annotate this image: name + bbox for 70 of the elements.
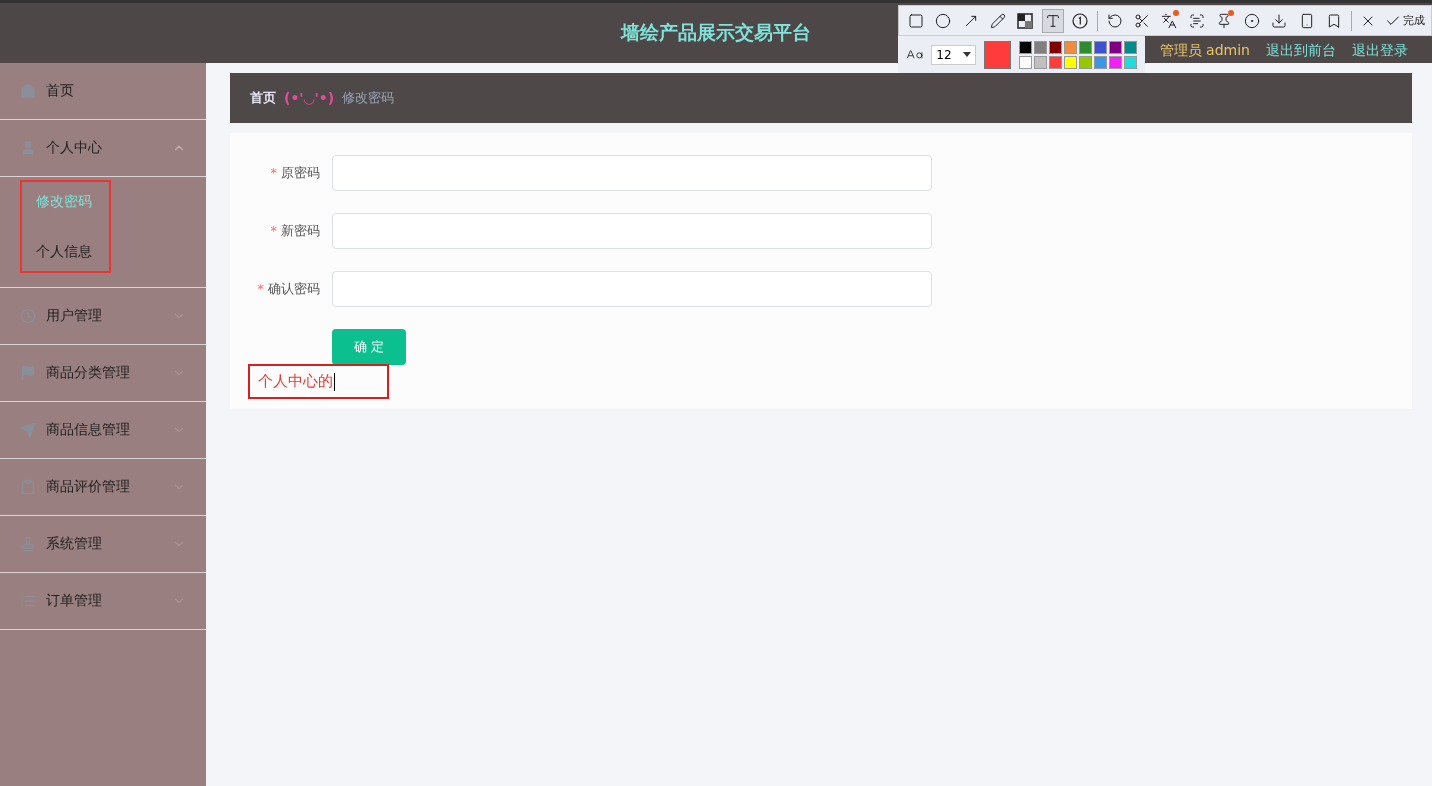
download-icon <box>1271 12 1288 29</box>
paper-plane-icon <box>20 422 36 438</box>
breadcrumb-current: 修改密码 <box>342 89 395 107</box>
done-button[interactable]: 完成 <box>1384 12 1425 29</box>
color-swatch[interactable] <box>1094 40 1107 54</box>
user-icon <box>20 140 36 156</box>
field-label: 原密码 <box>281 165 320 180</box>
required-mark: * <box>270 165 277 180</box>
translate-icon <box>1161 12 1178 29</box>
submenu-item[interactable]: 修改密码 <box>0 177 206 227</box>
field-label: 新密码 <box>281 223 320 238</box>
color-swatch[interactable] <box>1079 55 1092 69</box>
color-swatch[interactable] <box>1124 40 1137 54</box>
sidebar-item[interactable]: 商品信息管理 <box>0 402 206 459</box>
text-annotation[interactable]: 个人中心的 <box>248 364 389 399</box>
mosaic-icon <box>1017 12 1034 29</box>
sidebar-item[interactable]: 订单管理 <box>0 573 206 630</box>
header-link[interactable]: 退出到前台 <box>1266 42 1336 60</box>
pencil-icon <box>989 12 1006 29</box>
password-field[interactable] <box>332 213 932 249</box>
flag-icon <box>20 365 36 381</box>
color-swatch[interactable] <box>1034 40 1047 54</box>
confirm-button[interactable]: 确 定 <box>332 329 406 365</box>
color-swatch[interactable] <box>1049 40 1062 54</box>
notification-dot <box>1227 9 1234 16</box>
clipboard-icon <box>20 479 36 495</box>
home-icon <box>20 83 36 99</box>
admin-user-label[interactable]: 管理员 admin <box>1159 42 1250 60</box>
field-label: 确认密码 <box>268 281 320 296</box>
color-swatch[interactable] <box>1094 55 1107 69</box>
text-icon <box>1044 12 1061 29</box>
color-swatch[interactable] <box>1049 55 1062 69</box>
color-swatch[interactable] <box>1109 40 1122 54</box>
password-field[interactable] <box>332 155 932 191</box>
required-mark: * <box>257 281 264 296</box>
sidebar-item[interactable]: 首页 <box>0 63 206 120</box>
color-swatch[interactable] <box>1079 40 1092 54</box>
scissors-icon <box>1133 12 1150 29</box>
stamp-icon <box>20 536 36 552</box>
sidebar-item[interactable]: 商品分类管理 <box>0 345 206 402</box>
color-swatch[interactable] <box>1019 55 1032 69</box>
numbered-circle-icon <box>1072 12 1089 29</box>
site-title: 墙绘产品展示交易平台 <box>621 20 811 45</box>
sidebar-item[interactable]: 个人中心 <box>0 120 206 177</box>
list-icon <box>20 593 36 609</box>
color-swatch[interactable] <box>1064 55 1077 69</box>
breadcrumb-separator: (•'◡'•) <box>284 90 335 106</box>
tool-button[interactable] <box>1042 8 1064 33</box>
header-link[interactable]: 退出登录 <box>1352 42 1408 60</box>
color-swatch[interactable] <box>1034 55 1047 69</box>
required-mark: * <box>270 223 277 238</box>
font-size-select[interactable]: 12 <box>931 44 976 65</box>
undo-icon <box>1106 12 1123 29</box>
current-color-swatch[interactable] <box>984 40 1011 69</box>
scan-text-icon <box>1188 12 1205 29</box>
square-icon <box>907 12 924 29</box>
clock-icon <box>20 308 36 324</box>
submenu-item[interactable]: 个人信息 <box>0 227 206 277</box>
notification-dot <box>1173 9 1180 16</box>
sidebar-item[interactable]: 用户管理 <box>0 288 206 345</box>
color-swatch[interactable] <box>1019 40 1032 54</box>
record-icon <box>1243 12 1260 29</box>
password-field[interactable] <box>332 271 932 307</box>
breadcrumb-home-link[interactable]: 首页 <box>250 89 276 107</box>
sidebar-item[interactable]: 商品评价管理 <box>0 459 206 516</box>
circle-icon <box>935 12 952 29</box>
color-swatch[interactable] <box>1124 55 1137 69</box>
sidebar-item[interactable]: 系统管理 <box>0 516 206 573</box>
color-swatch[interactable] <box>1064 40 1077 54</box>
color-swatch[interactable] <box>1109 55 1122 69</box>
